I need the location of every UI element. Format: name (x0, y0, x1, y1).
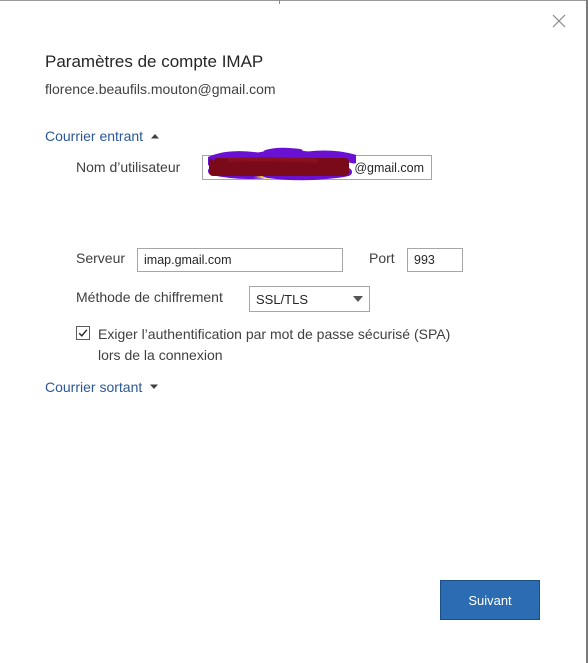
window-top-border (0, 0, 588, 1)
username-label: Nom d’utilisateur (76, 159, 181, 175)
checkmark-icon (78, 329, 88, 337)
outgoing-mail-label: Courrier sortant (45, 379, 143, 395)
spa-checkbox[interactable] (76, 326, 90, 340)
close-button[interactable] (550, 12, 568, 30)
incoming-mail-label: Courrier entrant (45, 128, 144, 144)
dialog-title: Paramètres de compte IMAP (45, 52, 264, 71)
server-field[interactable] (137, 248, 343, 272)
outgoing-mail-toggle[interactable]: Courrier sortant (45, 379, 159, 395)
encryption-selected-value: SSL/TLS (256, 291, 309, 307)
dropdown-arrow-icon (353, 296, 363, 302)
server-label: Serveur (76, 250, 126, 266)
chevron-down-icon (150, 384, 159, 389)
port-label: Port (369, 250, 395, 266)
encryption-label: Méthode de chiffrement (76, 289, 223, 305)
username-field[interactable] (202, 155, 432, 180)
imap-settings-dialog: Paramètres de compte IMAP florence.beauf… (0, 0, 588, 663)
chevron-up-icon (151, 134, 160, 139)
close-icon (552, 14, 566, 28)
window-top-tick (279, 0, 280, 4)
next-button[interactable]: Suivant (440, 580, 540, 620)
port-field[interactable] (407, 248, 463, 272)
spa-label-line1: Exiger l’authentification par mot de pas… (98, 326, 451, 342)
account-email: florence.beaufils.mouton@gmail.com (45, 81, 276, 97)
spa-label-line2: lors de la connexion (98, 347, 223, 363)
incoming-mail-toggle[interactable]: Courrier entrant (45, 128, 160, 144)
encryption-select[interactable]: SSL/TLS (249, 286, 370, 312)
spa-checkbox-label: Exiger l’authentification par mot de pas… (98, 324, 498, 366)
